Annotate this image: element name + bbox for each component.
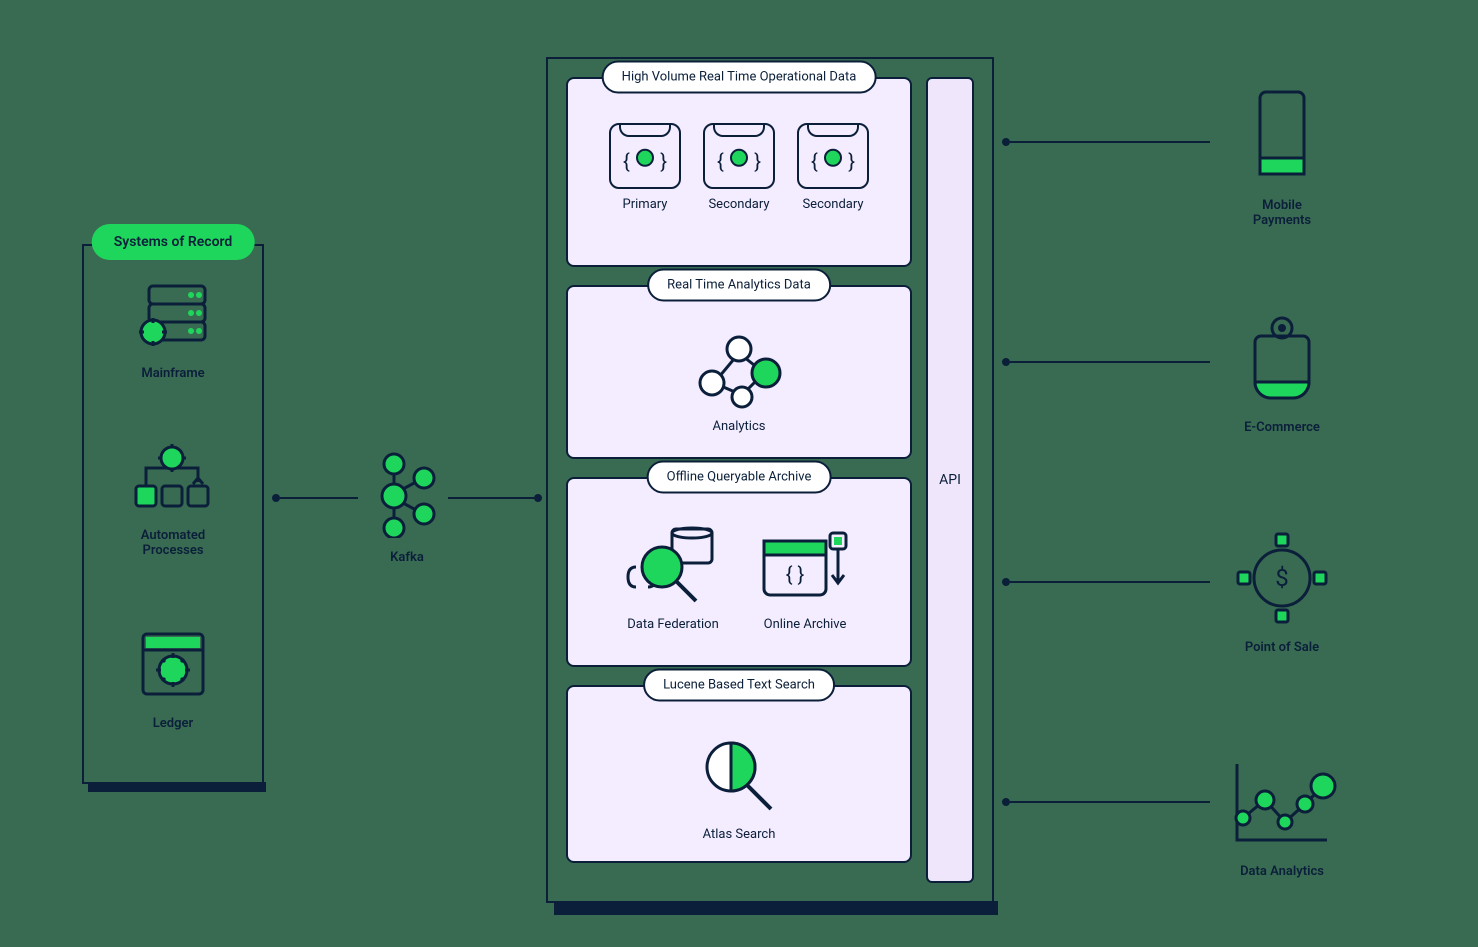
kafka-node: Kafka: [362, 452, 452, 565]
center-platform-card: High Volume Real Time Operational Data {…: [546, 57, 994, 903]
section-title: Lucene Based Text Search: [643, 669, 835, 702]
api-label: API: [939, 472, 961, 488]
online-archive-label: Online Archive: [764, 617, 847, 632]
atlas-search-label: Atlas Search: [703, 827, 776, 842]
mobile-icon: [1242, 86, 1322, 186]
connector-dot: [1002, 798, 1010, 806]
data-federation-label: Data Federation: [627, 617, 719, 632]
connector-line: [1010, 361, 1210, 363]
db-node-secondary: {} Secondary: [703, 123, 775, 212]
db-node-secondary: {} Secondary: [797, 123, 869, 212]
connector-dot: [1002, 578, 1010, 586]
data-federation: Data Federation: [618, 523, 728, 632]
connector-line: [1010, 581, 1210, 583]
online-archive: { } Online Archive: [750, 523, 860, 632]
analytics-node: Analytics: [684, 331, 794, 434]
section-title: High Volume Real Time Operational Data: [602, 61, 877, 94]
svg-text:$: $: [1275, 564, 1289, 592]
online-archive-icon: { }: [750, 523, 860, 609]
api-column: API: [926, 77, 974, 883]
db-node-label: Secondary: [802, 197, 863, 212]
section-title: Offline Queryable Archive: [647, 461, 832, 494]
connector-dot: [1002, 358, 1010, 366]
sor-item-mainframe: Mainframe: [82, 280, 264, 381]
mainframe-icon: [131, 280, 215, 354]
data-federation-icon: [618, 523, 728, 609]
automated-processes-icon: [130, 442, 216, 516]
center-sections: High Volume Real Time Operational Data {…: [566, 77, 912, 883]
sor-item-label: Ledger: [82, 716, 264, 731]
kafka-icon: [370, 452, 444, 538]
consumer-pos: $ Point of Sale: [1192, 528, 1372, 655]
sor-item-label: Automated Processes: [82, 528, 264, 558]
consumer-label: Mobile Payments: [1192, 198, 1372, 228]
sor-item-automated: Automated Processes: [82, 442, 264, 558]
architecture-diagram: Systems of Record: [0, 0, 1478, 947]
connector-line: [280, 497, 358, 499]
connector-line: [1010, 801, 1210, 803]
systems-of-record-panel: Systems of Record: [82, 244, 264, 784]
connector-dot: [534, 494, 542, 502]
section-search: Lucene Based Text Search Atlas Search: [566, 685, 912, 863]
db-node-primary: {} Primary: [609, 123, 681, 212]
data-analytics-icon: [1227, 756, 1337, 852]
sor-item-label: Mainframe: [82, 366, 264, 381]
consumer-label: Data Analytics: [1192, 864, 1372, 879]
connector-dot: [1002, 138, 1010, 146]
pos-icon: $: [1232, 528, 1332, 628]
consumer-data-analytics: Data Analytics: [1192, 756, 1372, 879]
analytics-icon: [684, 331, 794, 411]
analytics-label: Analytics: [713, 419, 766, 434]
connector-line: [448, 497, 534, 499]
section-archive: Offline Queryable Archive: [566, 477, 912, 667]
kafka-label: Kafka: [362, 550, 452, 565]
ecommerce-icon: [1237, 308, 1327, 408]
consumer-label: Point of Sale: [1192, 640, 1372, 655]
atlas-search-icon: [689, 731, 789, 819]
sor-item-ledger: Ledger: [82, 628, 264, 731]
svg-text:{ }: { }: [786, 562, 805, 586]
connector-line: [1010, 141, 1210, 143]
consumer-ecommerce: E-Commerce: [1192, 308, 1372, 435]
section-analytics: Real Time Analytics Data: [566, 285, 912, 459]
section-operational: High Volume Real Time Operational Data {…: [566, 77, 912, 267]
section-title: Real Time Analytics Data: [647, 269, 831, 302]
consumer-mobile-payments: Mobile Payments: [1192, 86, 1372, 228]
ledger-icon: [133, 628, 213, 704]
consumer-label: E-Commerce: [1192, 420, 1372, 435]
db-node-label: Secondary: [708, 197, 769, 212]
db-node-label: Primary: [623, 197, 668, 212]
connector-dot: [272, 494, 280, 502]
systems-of-record-title: Systems of Record: [92, 224, 255, 260]
atlas-search: Atlas Search: [689, 731, 789, 842]
